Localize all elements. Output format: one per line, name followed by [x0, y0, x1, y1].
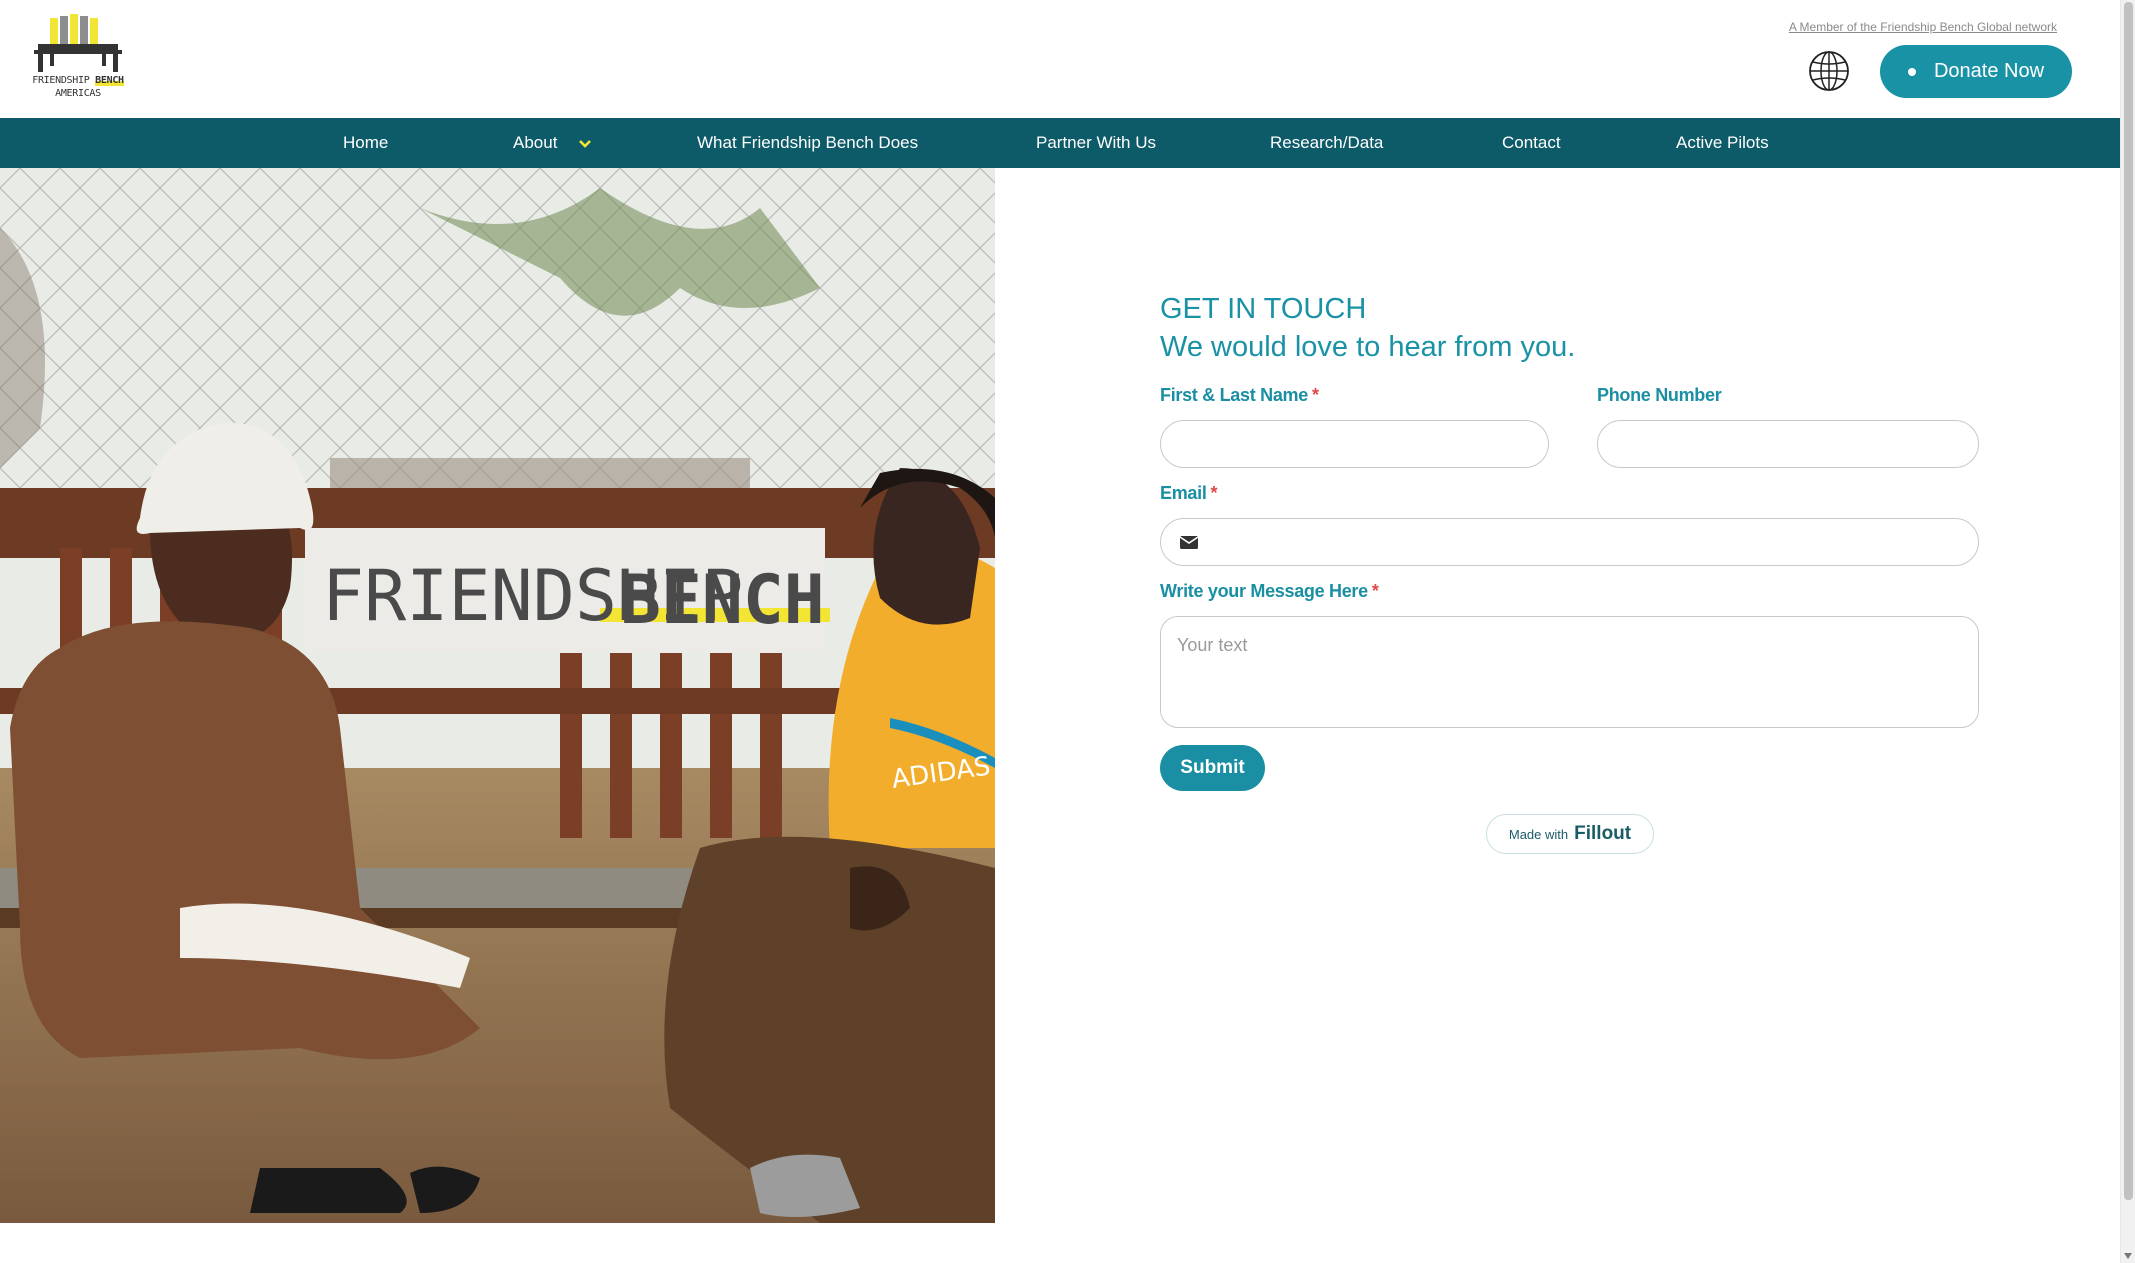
nav-item-about[interactable]: About: [513, 118, 592, 168]
scroll-down-arrow-icon[interactable]: [2124, 1253, 2132, 1259]
page-scrollbar[interactable]: [2120, 0, 2135, 1263]
chevron-down-icon: [578, 119, 592, 169]
required-asterisk: *: [1311, 385, 1319, 405]
friendship-bench-logo[interactable]: FRIENDSHIP BENCH AMERICAS: [28, 14, 128, 106]
made-with-text: Made with: [1508, 826, 1569, 842]
sign-text-bench: BENCH: [620, 561, 825, 640]
global-network-link[interactable]: A Member of the Friendship Bench Global …: [1789, 20, 2057, 34]
phone-label: Phone Number: [1597, 385, 1722, 405]
globe-icon[interactable]: [1808, 50, 1850, 92]
message-textarea[interactable]: Your text: [1160, 616, 1979, 728]
envelope-icon: [1179, 534, 1199, 555]
logo-wordmark: FRIENDSHIP BENCH AMERICAS: [32, 75, 124, 99]
scrollbar-thumb[interactable]: [2124, 2, 2133, 1200]
bullet-dot-icon: [1907, 67, 1916, 76]
site-header: FRIENDSHIP BENCH AMERICAS A Member of th…: [0, 0, 2120, 118]
email-label: Email *: [1160, 483, 1218, 503]
nav-item-research-data[interactable]: Research/Data: [1270, 118, 1383, 168]
message-placeholder: Your text: [1177, 635, 1248, 655]
nav-item-partner-with-us[interactable]: Partner With Us: [1036, 118, 1156, 168]
form-title: GET IN TOUCH: [1160, 293, 1367, 325]
hero-photo: FRIENDSHIP BENCH ADIDAS: [0, 168, 995, 1223]
nav-item-home[interactable]: Home: [343, 118, 388, 168]
made-with-fillout-badge[interactable]: Made with Fillout: [1486, 814, 1654, 854]
main-navigation: Home About What Friendship Bench Does Pa…: [0, 118, 2120, 168]
nav-item-active-pilots[interactable]: Active Pilots: [1676, 118, 1769, 168]
required-asterisk: *: [1210, 483, 1218, 503]
required-asterisk: *: [1371, 581, 1379, 601]
nav-item-what-friendship-bench-does[interactable]: What Friendship Bench Does: [697, 118, 918, 168]
fillout-brand: Fillout: [1574, 823, 1632, 844]
email-field[interactable]: [1160, 518, 1979, 566]
message-label: Write your Message Here *: [1160, 581, 1379, 601]
donate-now-button[interactable]: Donate Now: [1880, 45, 2072, 98]
submit-button[interactable]: Submit: [1160, 745, 1265, 791]
friendship-bench-photo: FRIENDSHIP BENCH ADIDAS: [0, 168, 995, 1223]
phone-field[interactable]: [1597, 420, 1979, 468]
form-subtitle: We would love to hear from you.: [1160, 331, 1576, 363]
name-label: First & Last Name *: [1160, 385, 1319, 405]
contact-form: GET IN TOUCH We would love to hear from …: [1160, 290, 1980, 854]
name-field[interactable]: [1160, 420, 1549, 468]
donate-label: Donate Now: [1933, 60, 2045, 82]
bench-logo-icon: [34, 14, 122, 72]
nav-item-contact[interactable]: Contact: [1502, 118, 1561, 168]
